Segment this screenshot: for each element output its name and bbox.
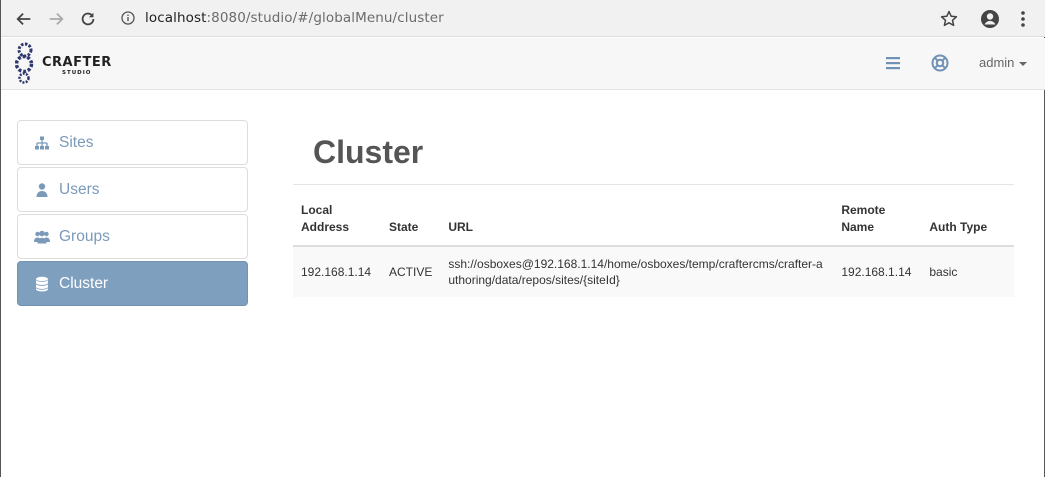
browser-toolbar: localhost:8080/studio/#/globalMenu/clust…	[1, 0, 1045, 37]
users-icon	[34, 230, 50, 244]
caret-down-icon	[1019, 61, 1028, 66]
sitemap-icon	[35, 136, 49, 150]
bookmark-star-icon[interactable]	[939, 9, 959, 29]
hamburger-menu-icon[interactable]	[883, 53, 903, 73]
cell-auth-type: basic	[921, 246, 1014, 297]
logo-wordmark: CRAFTER	[42, 55, 112, 70]
url-text[interactable]: localhost:8080/studio/#/globalMenu/clust…	[145, 10, 444, 26]
forward-arrow-icon[interactable]	[45, 8, 67, 30]
database-icon	[36, 276, 48, 292]
app-header: CRAFTER STUDIO admin	[1, 38, 1045, 90]
sidebar-item-sites[interactable]: Sites	[17, 120, 248, 165]
cell-local-address: 192.168.1.14	[293, 246, 381, 297]
column-header-local-address: Local Address	[293, 185, 381, 247]
column-header-url: URL	[440, 185, 834, 247]
info-icon[interactable]	[121, 11, 135, 25]
crafter-logo[interactable]: CRAFTER STUDIO	[14, 40, 111, 84]
column-header-auth-type: Auth Type	[921, 185, 1014, 247]
page-title: Cluster	[313, 134, 424, 170]
column-header-remote-name: Remote Name	[833, 185, 922, 247]
url-path: :8080/studio/#/globalMenu/cluster	[206, 10, 444, 26]
cell-state: ACTIVE	[381, 246, 441, 297]
table-header-row: Local Address State URL Remote Name Auth…	[293, 185, 1014, 247]
cell-remote-name: 192.168.1.14	[833, 246, 922, 297]
sidebar-item-label: Cluster	[59, 275, 109, 292]
user-name: admin	[979, 55, 1015, 70]
gear-logo-icon	[14, 42, 34, 84]
user-menu[interactable]: admin	[979, 55, 1028, 70]
sidebar-item-label: Sites	[59, 134, 94, 151]
cell-url: ssh://osboxes@192.168.1.14/home/osboxes/…	[440, 246, 834, 297]
help-lifebuoy-icon[interactable]	[930, 53, 950, 73]
url-host: localhost	[145, 10, 207, 26]
cluster-table: Local Address State URL Remote Name Auth…	[293, 185, 1014, 297]
reload-icon[interactable]	[77, 8, 99, 30]
sidebar-item-cluster[interactable]: Cluster	[17, 261, 248, 306]
sidebar-item-label: Users	[59, 181, 100, 198]
address-bar[interactable]: localhost:8080/studio/#/globalMenu/clust…	[111, 4, 971, 33]
sidebar-item-groups[interactable]: Groups	[17, 214, 248, 259]
column-header-state: State	[381, 185, 441, 247]
logo-subtitle: STUDIO	[62, 70, 92, 76]
table-row: 192.168.1.14 ACTIVE ssh://osboxes@192.16…	[293, 246, 1014, 297]
browser-menu-icon[interactable]	[1013, 8, 1033, 30]
user-icon	[36, 183, 48, 197]
back-arrow-icon[interactable]	[13, 8, 35, 30]
sidebar-item-label: Groups	[59, 228, 110, 245]
sidebar-item-users[interactable]: Users	[17, 167, 248, 212]
profile-icon[interactable]	[979, 8, 1001, 30]
